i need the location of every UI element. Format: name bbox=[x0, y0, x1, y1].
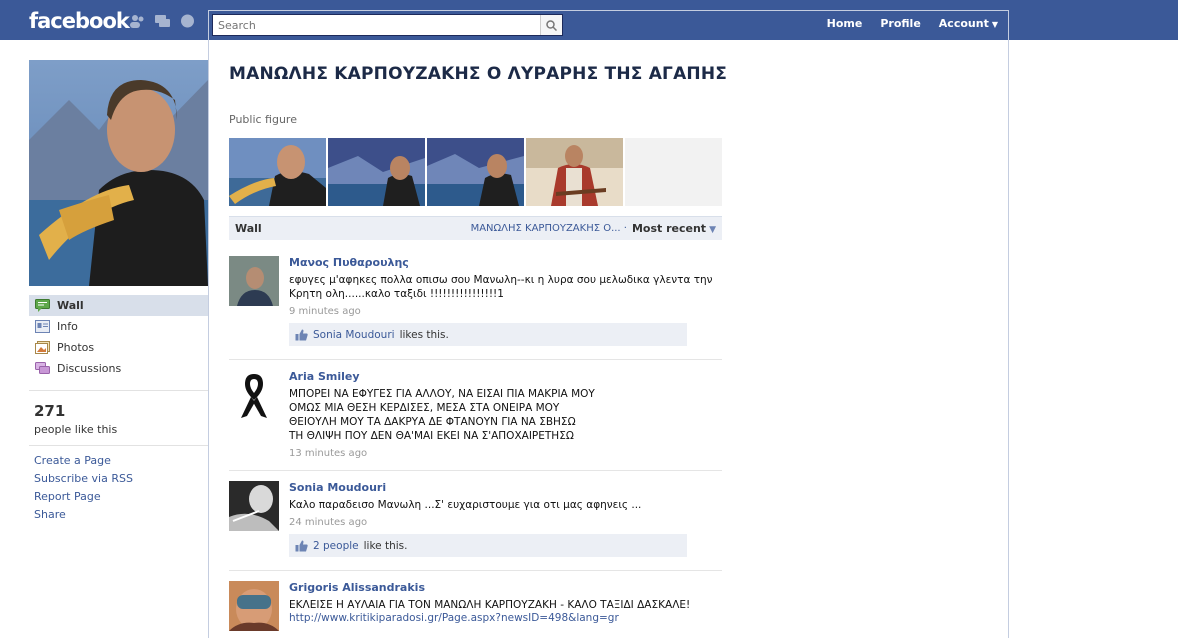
sidebar-item-info[interactable]: Info bbox=[29, 316, 208, 337]
wall-sort-dropdown[interactable]: Most recent ▼ bbox=[632, 222, 716, 235]
avatar[interactable] bbox=[229, 256, 279, 306]
likes-box: 2 people like this. bbox=[289, 534, 687, 557]
page-title: ΜΑΝΩΛΗΣ ΚΑΡΠΟΥΖΑΚΗΣ Ο ΛΥΡΑΡΗΣ ΤΗΣ ΑΓΑΠΗΣ bbox=[229, 64, 728, 84]
photo-thumbnail[interactable] bbox=[526, 138, 623, 206]
thumbs-up-icon bbox=[295, 540, 308, 551]
avatar[interactable] bbox=[229, 370, 279, 420]
sidebar-item-label: Photos bbox=[57, 341, 95, 354]
divider bbox=[29, 445, 208, 446]
post-separator bbox=[229, 470, 722, 471]
wall-post: Μανος Πυθαρουλης εφυγες μ'αφηκες πολλα ο… bbox=[229, 256, 722, 351]
discussions-icon bbox=[35, 362, 50, 374]
nav-account[interactable]: Account ▼ bbox=[939, 17, 998, 30]
wall-icon bbox=[35, 299, 50, 312]
post-author[interactable]: Aria Smiley bbox=[289, 370, 722, 383]
wall-header: Wall ΜΑΝΩΛΗΣ ΚΑΡΠΟΥΖΑΚΗΣ Ο... · Most rec… bbox=[229, 216, 722, 240]
post-author[interactable]: Sonia Moudouri bbox=[289, 481, 722, 494]
wall-tab-label: Wall bbox=[235, 222, 262, 235]
photo-thumbnail[interactable] bbox=[229, 138, 326, 206]
post-body: Μανος Πυθαρουλης εφυγες μ'αφηκες πολλα ο… bbox=[289, 256, 722, 346]
post-body: Grigoris Alissandrakis ΕΚΛΕΙΣΕ Η ΑΥΛΑΙΑ … bbox=[289, 581, 722, 624]
friend-requests-icon[interactable] bbox=[129, 14, 146, 28]
content-border-left bbox=[208, 40, 209, 638]
likes-count: 271 bbox=[34, 402, 66, 420]
wall-sort-label: Most recent bbox=[631, 222, 707, 235]
avatar[interactable] bbox=[229, 481, 279, 531]
post-timestamp[interactable]: 13 minutes ago bbox=[289, 448, 722, 459]
wall-filter-link[interactable]: ΜΑΝΩΛΗΣ ΚΑΡΠΟΥΖΑΚΗΣ Ο... · bbox=[471, 223, 627, 234]
liker-link[interactable]: Sonia Moudouri bbox=[313, 329, 395, 341]
subscribe-rss-link[interactable]: Subscribe via RSS bbox=[34, 472, 133, 485]
page-category: Public figure bbox=[229, 113, 297, 126]
post-body: Aria Smiley ΜΠΟΡΕΙ ΝΑ ΕΦΥΓΕΣ ΓΙΑ ΑΛΛΟΥ, … bbox=[289, 370, 722, 459]
post-timestamp[interactable]: 9 minutes ago bbox=[289, 306, 722, 317]
notifications-globe-icon[interactable] bbox=[179, 14, 196, 28]
search-input[interactable] bbox=[213, 15, 540, 35]
post-timestamp[interactable]: 24 minutes ago bbox=[289, 517, 722, 528]
photo-thumbnail[interactable] bbox=[328, 138, 425, 206]
nav-home[interactable]: Home bbox=[827, 17, 863, 30]
post-separator bbox=[229, 359, 722, 360]
wall-post: Grigoris Alissandrakis ΕΚΛΕΙΣΕ Η ΑΥΛΑΙΑ … bbox=[229, 581, 722, 638]
wall-post: Aria Smiley ΜΠΟΡΕΙ ΝΑ ΕΦΥΓΕΣ ΓΙΑ ΑΛΛΟΥ, … bbox=[229, 370, 722, 465]
sidebar-item-photos[interactable]: Photos bbox=[29, 337, 208, 358]
sidebar-item-wall[interactable]: Wall bbox=[29, 295, 208, 316]
profile-picture[interactable] bbox=[29, 60, 208, 286]
avatar[interactable] bbox=[229, 581, 279, 631]
chevron-down-icon: ▼ bbox=[991, 20, 998, 29]
sidebar-item-label: Info bbox=[57, 320, 78, 333]
messages-icon[interactable] bbox=[154, 14, 171, 28]
top-nav: Home Profile Account ▼ bbox=[827, 17, 998, 30]
sidebar-item-label: Discussions bbox=[57, 362, 122, 375]
post-message: Καλο παραδεισο Μανωλη ...Σ' ευχαριστουμε… bbox=[289, 499, 642, 511]
chevron-down-icon: ▼ bbox=[709, 225, 716, 235]
post-separator bbox=[229, 570, 722, 571]
likes-suffix: likes this. bbox=[399, 328, 449, 341]
likes-suffix: like this. bbox=[363, 539, 408, 552]
likes-box: Sonia Moudouri likes this. bbox=[289, 323, 687, 346]
nav-profile[interactable]: Profile bbox=[880, 17, 920, 30]
search-button[interactable] bbox=[540, 15, 562, 35]
post-message: εφυγες μ'αφηκες πολλα οπισω σου Μανωλη--… bbox=[289, 274, 713, 300]
divider bbox=[29, 390, 208, 391]
post-body: Sonia Moudouri Καλο παραδεισο Μανωλη ...… bbox=[289, 481, 722, 557]
search-icon bbox=[546, 19, 557, 31]
post-author[interactable]: Grigoris Alissandrakis bbox=[289, 581, 722, 594]
info-icon bbox=[35, 320, 50, 333]
post-link[interactable]: http://www.kritikiparadosi.gr/Page.aspx?… bbox=[289, 612, 722, 624]
photos-icon bbox=[35, 341, 50, 354]
post-author[interactable]: Μανος Πυθαρουλης bbox=[289, 256, 722, 269]
nav-account-label: Account bbox=[938, 17, 989, 30]
post-message: ΜΠΟΡΕΙ ΝΑ ΕΦΥΓΕΣ ΓΙΑ ΑΛΛΟΥ, ΝΑ ΕΙΣΑΙ ΠΙΑ… bbox=[289, 388, 595, 442]
page-actions: Create a Page Subscribe via RSS Report P… bbox=[34, 454, 133, 521]
content-border-right bbox=[1008, 10, 1009, 638]
sidebar-item-label: Wall bbox=[57, 299, 84, 312]
black-ribbon-icon bbox=[229, 370, 279, 420]
left-nav: Wall Info Photos Discussions bbox=[29, 295, 208, 379]
post-message: ΕΚΛΕΙΣΕ Η ΑΥΛΑΙΑ ΓΙΑ ΤΟΝ ΜΑΝΩΛΗ ΚΑΡΠΟΥΖΑ… bbox=[289, 599, 691, 611]
search-box bbox=[212, 14, 563, 36]
likes-label: people like this bbox=[34, 423, 118, 436]
report-page-link[interactable]: Report Page bbox=[34, 490, 133, 503]
photo-strip bbox=[229, 138, 722, 206]
create-page-link[interactable]: Create a Page bbox=[34, 454, 133, 467]
facebook-logo[interactable]: facebook bbox=[29, 9, 130, 33]
photo-thumbnail-empty bbox=[625, 138, 722, 206]
thumbs-up-icon bbox=[295, 329, 308, 340]
likers-count-link[interactable]: 2 people bbox=[313, 540, 359, 552]
wall-post: Sonia Moudouri Καλο παραδεισο Μανωλη ...… bbox=[229, 481, 722, 566]
notification-jewels bbox=[129, 14, 196, 28]
sidebar-item-discussions[interactable]: Discussions bbox=[29, 358, 208, 379]
share-link[interactable]: Share bbox=[34, 508, 133, 521]
photo-thumbnail[interactable] bbox=[427, 138, 524, 206]
